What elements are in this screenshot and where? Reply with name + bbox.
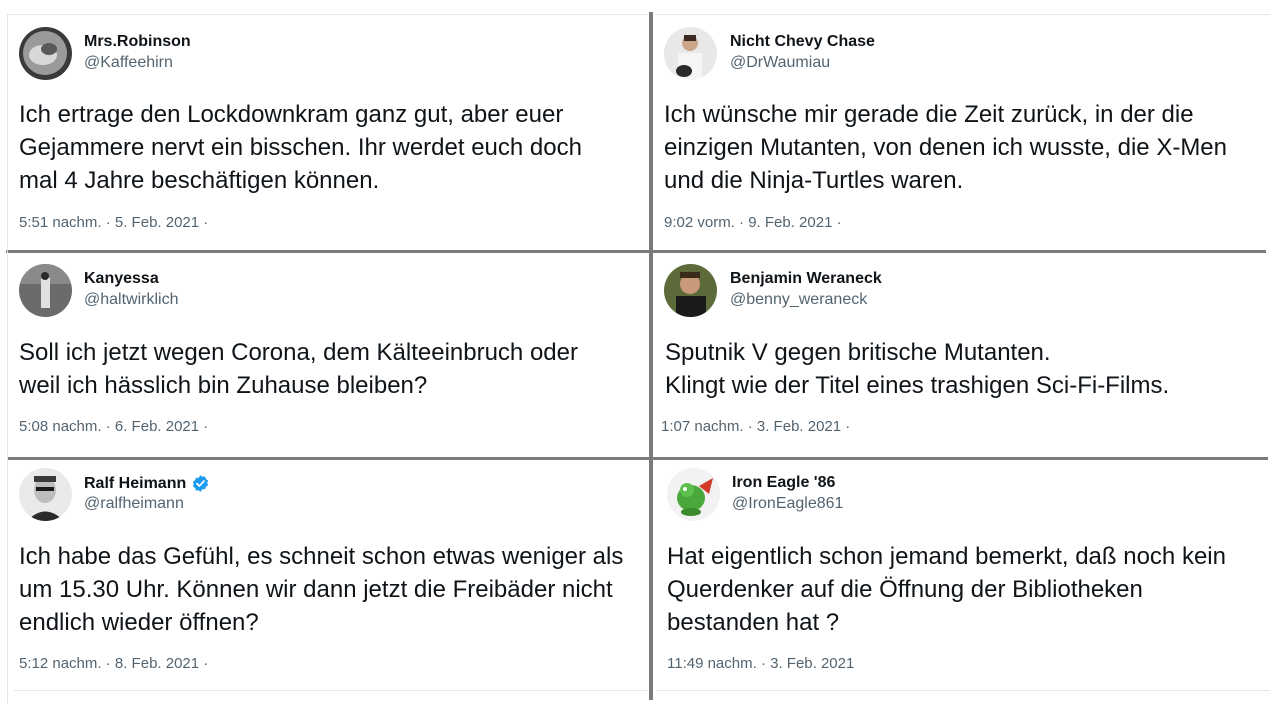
tweet-text: Soll ich jetzt wegen Corona, dem Kälteei…: [19, 339, 578, 399]
author-handle[interactable]: @DrWaumiau: [730, 54, 830, 72]
left-border: [7, 14, 8, 704]
tweet-card-3[interactable]: Kanyessa @haltwirklich Soll ich jetzt we…: [0, 254, 648, 454]
avatar-ralf-heimann[interactable]: [19, 468, 72, 521]
tweet-timestamp[interactable]: 5:51 nachm. · 5. Feb. 2021 ·: [19, 214, 208, 231]
author-name[interactable]: Ralf Heimann: [84, 474, 210, 493]
tweet-timestamp[interactable]: 5:08 nachm. · 6. Feb. 2021 ·: [19, 418, 208, 435]
tweet-card-4[interactable]: Benjamin Weraneck @benny_weraneck Sputni…: [654, 254, 1280, 454]
author-name-label[interactable]: Ralf Heimann: [84, 475, 186, 493]
avatar-kanyessa[interactable]: [19, 264, 72, 317]
tweet-text: Ich ertrage den Lockdownkram ganz gut, a…: [19, 101, 582, 194]
bottom-border-right: [656, 690, 1270, 691]
tweet-timestamp[interactable]: 5:12 nachm. · 8. Feb. 2021 ·: [19, 655, 208, 672]
grid-divider-horizontal-2: [8, 457, 1268, 460]
author-handle[interactable]: @Kaffeehirn: [84, 54, 173, 72]
author-name[interactable]: Benjamin Weraneck: [730, 270, 882, 288]
avatar-benjamin-weraneck[interactable]: [664, 264, 717, 317]
author-name[interactable]: Mrs.Robinson: [84, 33, 191, 51]
avatar-nicht-chevy-chase[interactable]: [664, 27, 717, 80]
tweet-timestamp[interactable]: 11:49 nachm. · 3. Feb. 2021: [667, 655, 854, 672]
tweet-text: Ich habe das Gefühl, es schneit schon et…: [19, 543, 624, 636]
tweet-timestamp[interactable]: 9:02 vorm. · 9. Feb. 2021 ·: [664, 214, 842, 231]
author-name[interactable]: Iron Eagle '86: [732, 474, 835, 492]
tweet-text: Hat eigentlich schon jemand bemerkt, daß…: [667, 543, 1226, 636]
grid-divider-horizontal-1: [6, 250, 1266, 253]
tweet-card-2[interactable]: Nicht Chevy Chase @DrWaumiau Ich wünsche…: [654, 0, 1280, 248]
avatar-mrs-robinson[interactable]: [19, 27, 72, 80]
author-handle[interactable]: @ralfheimann: [84, 495, 184, 513]
author-name[interactable]: Nicht Chevy Chase: [730, 33, 875, 51]
top-border-right: [656, 14, 1270, 15]
tweet-timestamp[interactable]: 1:07 nachm. · 3. Feb. 2021 ·: [661, 418, 850, 435]
top-border: [8, 14, 648, 15]
tweet-card-5[interactable]: Ralf Heimann @ralfheimann Ich habe das G…: [0, 461, 648, 711]
author-name[interactable]: Kanyessa: [84, 270, 159, 288]
author-handle[interactable]: @haltwirklich: [84, 291, 178, 309]
avatar-iron-eagle[interactable]: [667, 468, 720, 521]
author-handle[interactable]: @IronEagle861: [732, 495, 843, 513]
verified-badge-icon: [193, 475, 209, 492]
tweet-text: Ich wünsche mir gerade die Zeit zurück, …: [664, 101, 1228, 194]
grid-divider-vertical: [649, 12, 653, 700]
tweet-card-6[interactable]: Iron Eagle '86 @IronEagle861 Hat eigentl…: [654, 461, 1280, 711]
bottom-border: [14, 690, 648, 691]
tweet-text: Sputnik V gegen britische Mutanten. Klin…: [665, 339, 1170, 399]
author-handle[interactable]: @benny_weraneck: [730, 291, 867, 309]
tweet-card-1[interactable]: Mrs.Robinson @Kaffeehirn Ich ertrage den…: [0, 0, 648, 248]
